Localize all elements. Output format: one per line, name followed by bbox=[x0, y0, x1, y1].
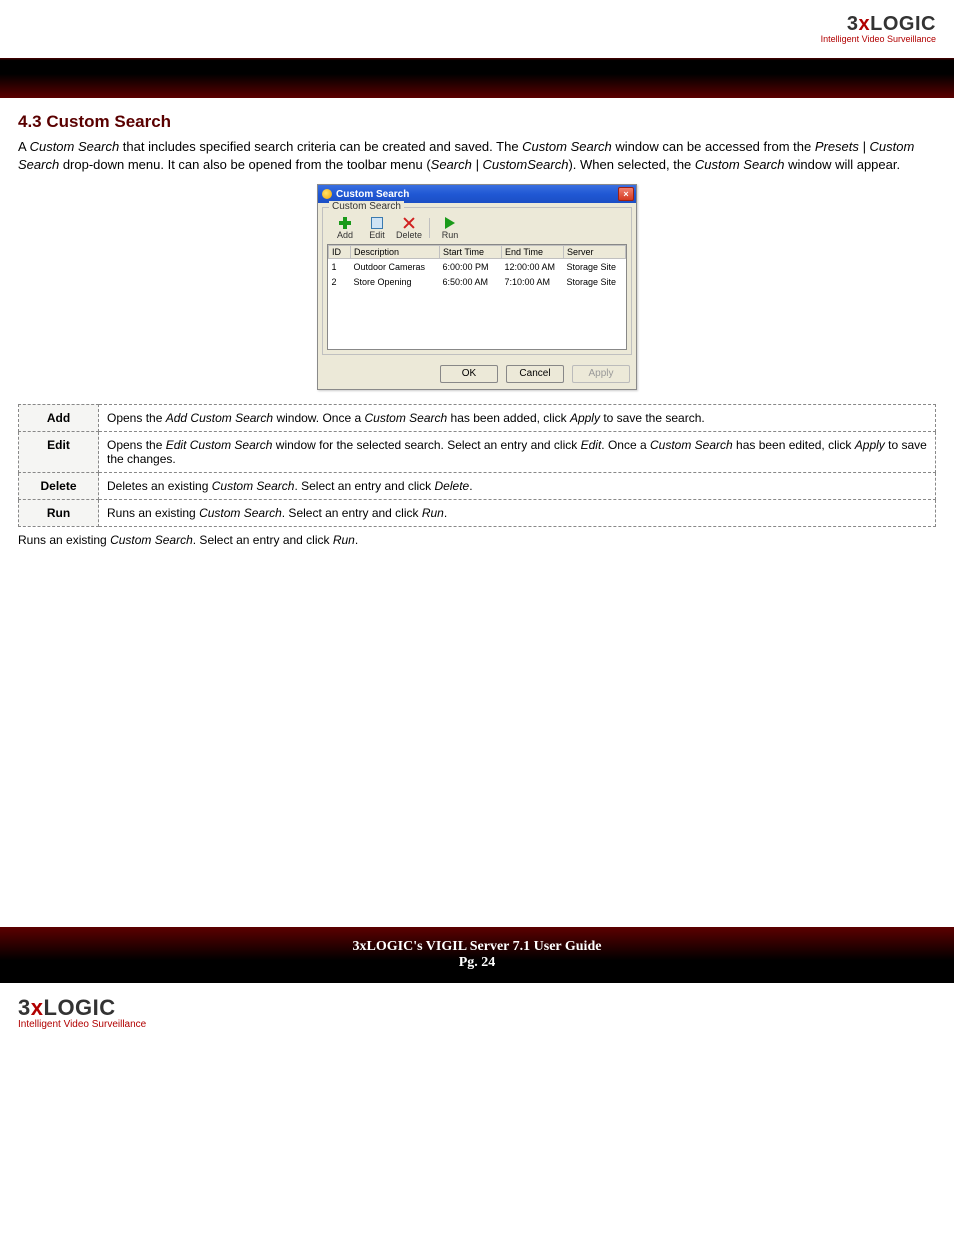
ok-button[interactable]: OK bbox=[440, 365, 498, 383]
def-desc-run: Runs an existing Custom Search. Select a… bbox=[99, 499, 936, 526]
close-icon[interactable]: × bbox=[618, 187, 634, 201]
intro-t5: ). When selected, the bbox=[568, 157, 694, 172]
dialog-buttons: OK Cancel Apply bbox=[318, 359, 636, 389]
def-key-run: Run bbox=[19, 499, 99, 526]
definition-table: Add Opens the Add Custom Search window. … bbox=[18, 404, 936, 527]
section-heading: 4.3 Custom Search bbox=[18, 112, 936, 132]
table-row[interactable]: 1 Outdoor Cameras 6:00:00 PM 12:00:00 AM… bbox=[329, 259, 626, 274]
intro-i1: Custom Search bbox=[30, 139, 120, 154]
cell-server: Storage Site bbox=[564, 259, 626, 274]
add-button-label: Add bbox=[329, 230, 361, 240]
edit-button-label: Edit bbox=[361, 230, 393, 240]
intro-i5: Custom Search bbox=[695, 157, 785, 172]
footer-logo-block: 3xLOGIC Intelligent Video Surveillance bbox=[0, 983, 954, 1048]
cancel-button[interactable]: Cancel bbox=[506, 365, 564, 383]
brand-logo-main: 3xLOGIC bbox=[821, 14, 936, 34]
custom-search-window: Custom Search × Custom Search Add Edit bbox=[317, 184, 637, 390]
intro-paragraph: A Custom Search that includes specified … bbox=[18, 138, 936, 174]
brand-tagline-footer: Intelligent Video Surveillance bbox=[18, 1020, 954, 1030]
edit-icon bbox=[371, 217, 383, 229]
page-header: 3xLOGIC Intelligent Video Surveillance bbox=[0, 0, 954, 58]
footer-title: 3xLOGIC's VIGIL Server 7.1 User Guide bbox=[0, 939, 954, 955]
grid-header: ID Description Start Time End Time Serve… bbox=[329, 246, 626, 259]
apply-button[interactable]: Apply bbox=[572, 365, 630, 383]
col-id[interactable]: ID bbox=[329, 246, 351, 259]
def-row-add: Add Opens the Add Custom Search window. … bbox=[19, 404, 936, 431]
custom-search-groupbox: Custom Search Add Edit Delete bbox=[322, 207, 632, 355]
def-row-run: Run Runs an existing Custom Search. Sele… bbox=[19, 499, 936, 526]
def-row-edit: Edit Opens the Edit Custom Search window… bbox=[19, 431, 936, 472]
delete-x-icon bbox=[403, 217, 415, 229]
plus-icon bbox=[339, 217, 351, 229]
intro-i2: Custom Search bbox=[522, 139, 612, 154]
app-icon bbox=[322, 189, 332, 199]
cell-desc: Store Opening bbox=[351, 274, 440, 289]
footer-page: Pg. 24 bbox=[0, 955, 954, 971]
def-desc-add: Opens the Add Custom Search window. Once… bbox=[99, 404, 936, 431]
below-table-note: Runs an existing Custom Search. Select a… bbox=[18, 531, 936, 547]
intro-t3: window can be accessed from the bbox=[612, 139, 815, 154]
edit-button[interactable]: Edit bbox=[361, 216, 393, 240]
intro-i4: Search | CustomSearch bbox=[431, 157, 569, 172]
cell-start: 6:50:00 AM bbox=[440, 274, 502, 289]
cell-end: 12:00:00 AM bbox=[502, 259, 564, 274]
groupbox-legend: Custom Search bbox=[329, 201, 404, 212]
logo-x: x bbox=[31, 995, 44, 1020]
cell-server: Storage Site bbox=[564, 274, 626, 289]
col-end-time[interactable]: End Time bbox=[502, 246, 564, 259]
play-icon bbox=[445, 217, 455, 229]
def-key-edit: Edit bbox=[19, 431, 99, 472]
intro-t4: drop-down menu. It can also be opened fr… bbox=[59, 157, 430, 172]
toolbar-separator bbox=[429, 218, 430, 238]
brand-logo-footer: 3xLOGIC Intelligent Video Surveillance bbox=[18, 997, 954, 1030]
page-content: 4.3 Custom Search A Custom Search that i… bbox=[0, 98, 954, 547]
add-button[interactable]: Add bbox=[329, 216, 361, 240]
cell-desc: Outdoor Cameras bbox=[351, 259, 440, 274]
footer-bar: 3xLOGIC's VIGIL Server 7.1 User Guide Pg… bbox=[0, 927, 954, 983]
delete-button-label: Delete bbox=[393, 230, 425, 240]
window-title: Custom Search bbox=[336, 189, 409, 200]
logo-three: 3 bbox=[847, 13, 859, 35]
cell-start: 6:00:00 PM bbox=[440, 259, 502, 274]
run-button-label: Run bbox=[434, 230, 466, 240]
col-server[interactable]: Server bbox=[564, 246, 626, 259]
col-start-time[interactable]: Start Time bbox=[440, 246, 502, 259]
delete-button[interactable]: Delete bbox=[393, 216, 425, 240]
logo-rest: LOGIC bbox=[870, 13, 936, 35]
run-button[interactable]: Run bbox=[434, 216, 466, 240]
def-row-delete: Delete Deletes an existing Custom Search… bbox=[19, 472, 936, 499]
intro-t2: that includes specified search criteria … bbox=[119, 139, 522, 154]
brand-logo-main-footer: 3xLOGIC bbox=[18, 997, 954, 1019]
logo-rest: LOGIC bbox=[44, 995, 116, 1020]
brand-logo: 3xLOGIC Intelligent Video Surveillance bbox=[821, 14, 936, 44]
cell-end: 7:10:00 AM bbox=[502, 274, 564, 289]
logo-x: x bbox=[859, 13, 871, 35]
window-figure: Custom Search × Custom Search Add Edit bbox=[18, 184, 936, 390]
header-red-bar bbox=[0, 58, 954, 98]
logo-three: 3 bbox=[18, 995, 31, 1020]
intro-t1: A bbox=[18, 139, 30, 154]
cell-id: 1 bbox=[329, 259, 351, 274]
def-desc-edit: Opens the Edit Custom Search window for … bbox=[99, 431, 936, 472]
search-grid[interactable]: ID Description Start Time End Time Serve… bbox=[327, 244, 627, 350]
intro-t6: window will appear. bbox=[784, 157, 900, 172]
toolbar: Add Edit Delete Run bbox=[327, 214, 627, 244]
table-row[interactable]: 2 Store Opening 6:50:00 AM 7:10:00 AM St… bbox=[329, 274, 626, 289]
def-key-delete: Delete bbox=[19, 472, 99, 499]
col-description[interactable]: Description bbox=[351, 246, 440, 259]
def-desc-delete: Deletes an existing Custom Search. Selec… bbox=[99, 472, 936, 499]
def-key-add: Add bbox=[19, 404, 99, 431]
brand-tagline: Intelligent Video Surveillance bbox=[821, 35, 936, 44]
cell-id: 2 bbox=[329, 274, 351, 289]
